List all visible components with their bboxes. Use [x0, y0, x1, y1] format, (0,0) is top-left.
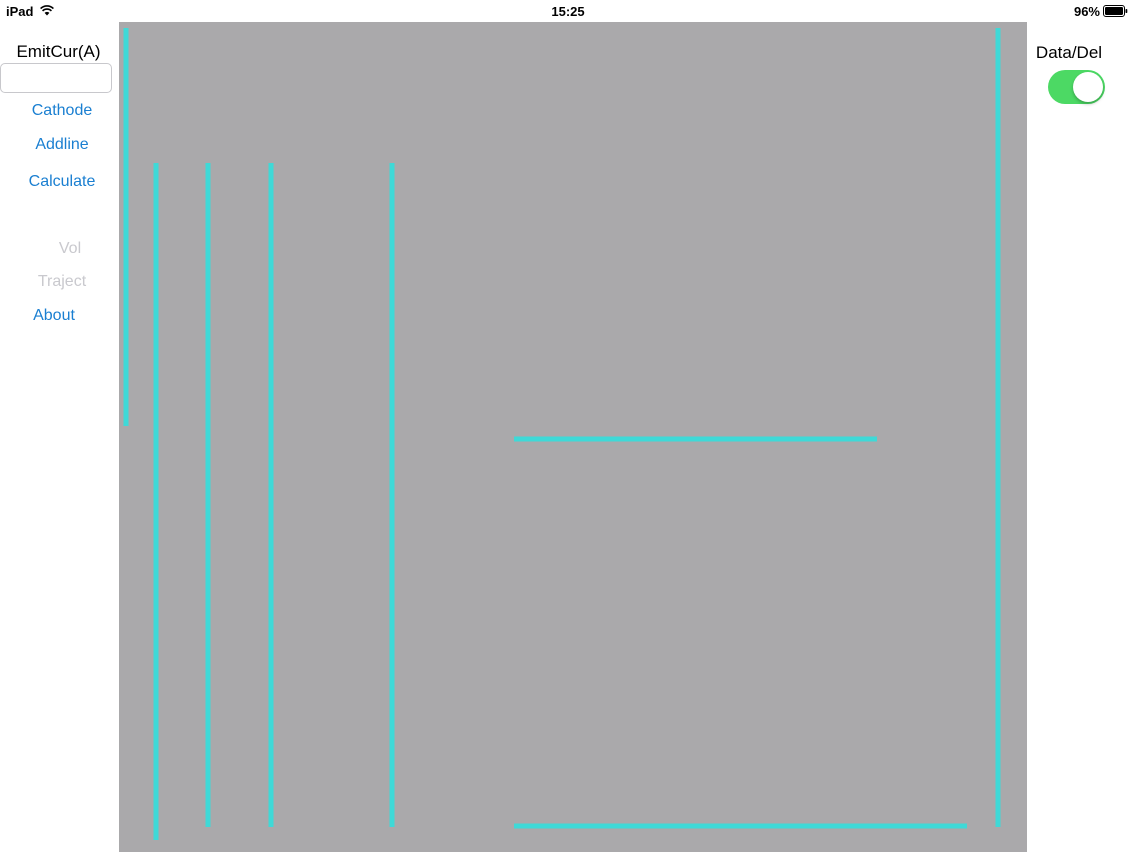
left-control-panel: EmitCur(A) Cathode Addline Calculate Vol…	[0, 22, 119, 852]
toggle-knob	[1073, 72, 1103, 102]
traject-button[interactable]: Traject	[0, 273, 124, 291]
drawing-canvas[interactable]	[119, 22, 1027, 852]
vol-button[interactable]: Vol	[8, 240, 132, 258]
canvas-lines	[123, 28, 1001, 840]
data-del-toggle[interactable]	[1048, 70, 1105, 104]
emit-current-label: EmitCur(A)	[16, 42, 101, 61]
addline-button[interactable]: Addline	[0, 136, 124, 154]
cathode-button[interactable]: Cathode	[0, 102, 124, 120]
data-del-label: Data/Del	[1035, 43, 1103, 62]
status-bar: iPad 15:25 96%	[0, 0, 1136, 22]
battery-percentage: 96%	[1073, 4, 1100, 19]
emit-current-input[interactable]	[0, 63, 112, 93]
status-time: 15:25	[551, 4, 585, 19]
calculate-button[interactable]: Calculate	[0, 173, 124, 191]
battery-icon	[1103, 5, 1128, 17]
about-button[interactable]: About	[0, 307, 116, 325]
